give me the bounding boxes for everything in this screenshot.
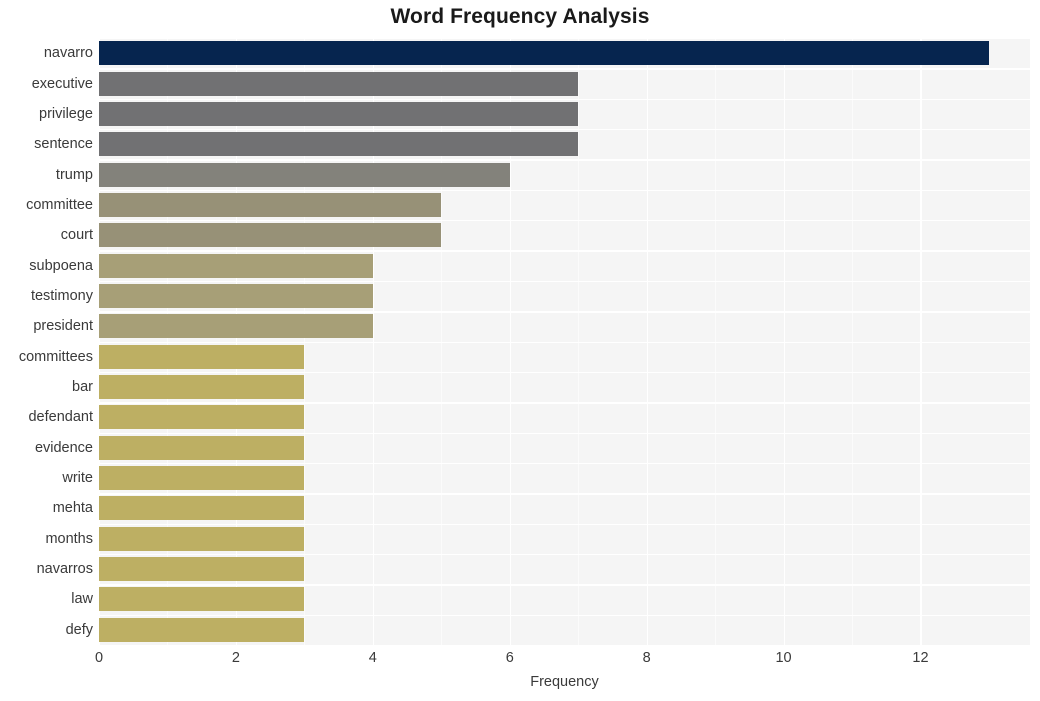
bar-sentence[interactable] (99, 132, 579, 157)
gridline-horizontal (99, 645, 1030, 647)
bar-executive[interactable] (99, 71, 579, 96)
bar-trump[interactable] (99, 162, 510, 187)
y-axis-tick-label: mehta (52, 500, 93, 517)
y-axis-tick-label: subpoena (29, 257, 93, 274)
x-axis-title: Frequency (530, 674, 599, 690)
bars-layer (99, 38, 1030, 645)
y-axis-tick-label: privilege (39, 105, 93, 122)
bar-navarros[interactable] (99, 557, 305, 582)
y-axis-tick-label: executive (31, 75, 93, 92)
bar-write[interactable] (99, 466, 305, 491)
bar-subpoena[interactable] (99, 253, 373, 278)
bar-defendant[interactable] (99, 405, 305, 430)
word-frequency-chart: Word Frequency Analysis navarro executive… (0, 0, 1040, 701)
x-axis-tick-label: 2 (231, 650, 240, 666)
y-axis-tick-label: committees (18, 348, 93, 365)
bar-navarro[interactable] (99, 41, 989, 66)
x-axis-ticks: 0 2 4 6 8 10 12 (95, 650, 1030, 672)
bar-bar[interactable] (99, 375, 305, 400)
y-axis-tick-label: navarro (43, 45, 93, 62)
y-axis-tick-label: testimony (30, 287, 93, 304)
y-axis-tick-label: law (71, 591, 93, 608)
bar-testimony[interactable] (99, 283, 373, 308)
bar-mehta[interactable] (99, 496, 305, 521)
y-axis-tick-label: write (62, 470, 93, 487)
bar-committees[interactable] (99, 344, 305, 369)
y-axis-tick-label: court (60, 227, 93, 244)
bar-law[interactable] (99, 587, 305, 612)
y-axis-tick-label: sentence (34, 136, 93, 153)
y-axis-tick-label: defy (65, 621, 93, 638)
x-axis-tick-label: 0 (94, 650, 104, 666)
bar-months[interactable] (99, 526, 305, 551)
y-axis-tick-label: months (45, 530, 93, 547)
y-axis-tick-label: navarros (36, 561, 93, 578)
x-axis-tick-label: 8 (642, 650, 651, 666)
bar-committee[interactable] (99, 192, 442, 217)
y-axis-tick-label: president (33, 318, 93, 335)
x-axis-tick-label: 10 (775, 650, 792, 666)
x-axis-tick-label: 12 (912, 650, 929, 666)
y-axis-tick-label: trump (55, 166, 93, 183)
bar-defy[interactable] (99, 617, 305, 642)
y-axis-tick-label: bar (72, 379, 93, 396)
y-axis-labels: navarro executive privilege sentence trump co… (0, 38, 93, 645)
bar-president[interactable] (99, 314, 373, 339)
bar-evidence[interactable] (99, 435, 305, 460)
bar-privilege[interactable] (99, 101, 579, 126)
x-axis-tick-label: 6 (505, 650, 514, 666)
y-axis-tick-label: committee (26, 196, 93, 213)
x-axis-tick-label: 4 (368, 650, 377, 666)
bar-court[interactable] (99, 223, 442, 248)
plot-panel (99, 38, 1030, 647)
y-axis-tick-label: evidence (34, 439, 93, 456)
chart-title: Word Frequency Analysis (390, 5, 650, 28)
y-axis-tick-label: defendant (28, 409, 93, 426)
